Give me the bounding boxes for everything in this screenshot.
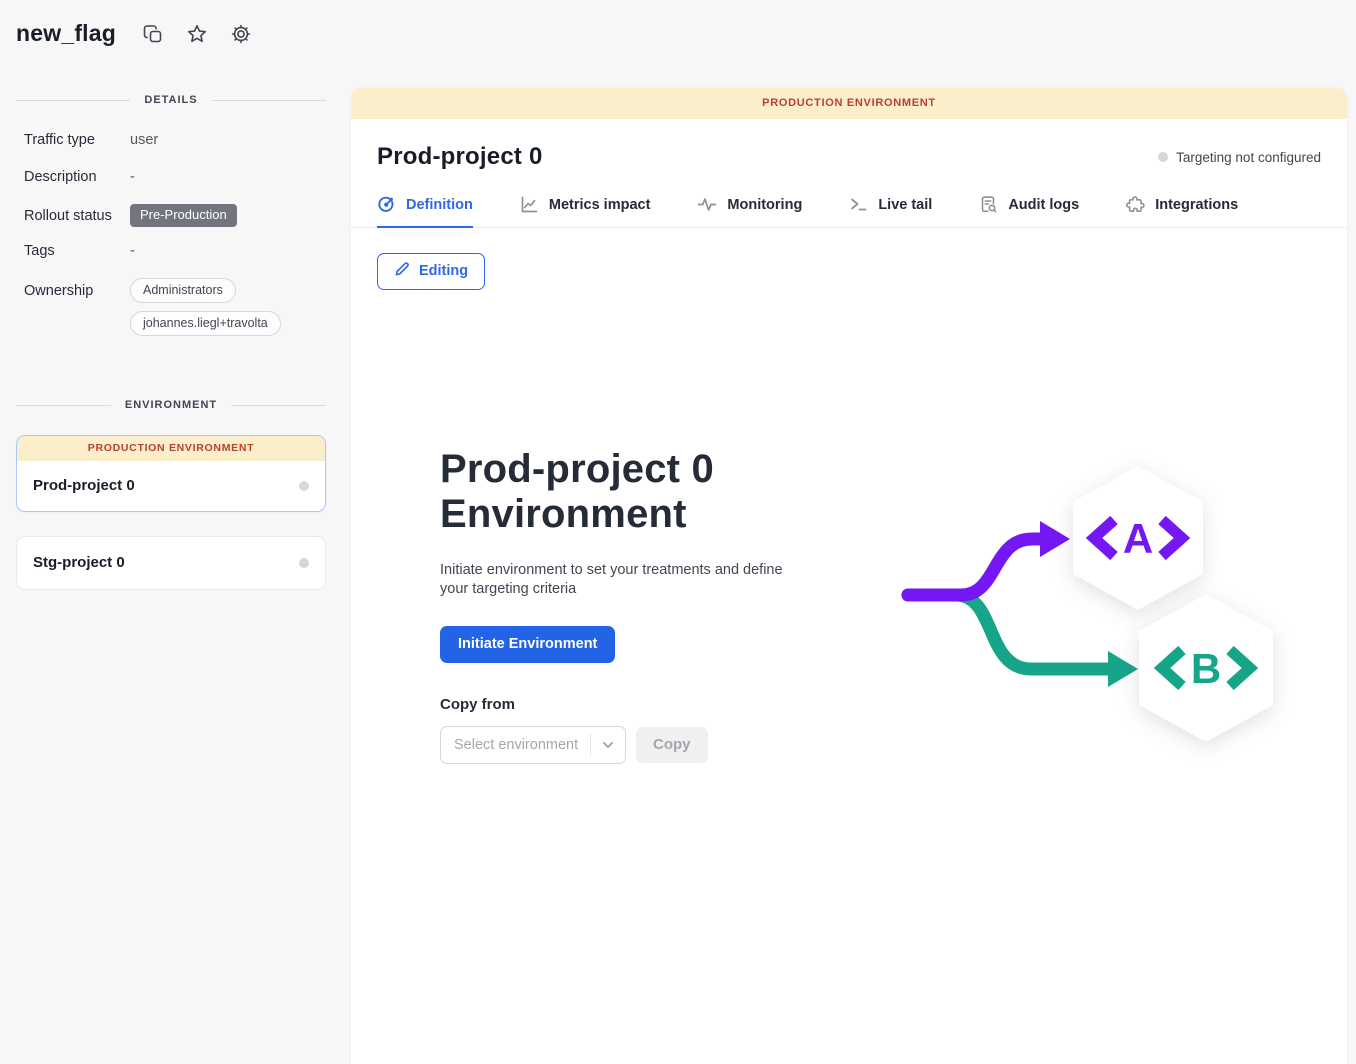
targeting-status-label: Targeting not configured [1176, 150, 1321, 165]
details-section-header: DETAILS [16, 94, 326, 106]
copy-icon [142, 23, 164, 45]
divider [16, 405, 111, 406]
tab-label: Definition [406, 197, 473, 213]
rollout-status-label: Rollout status [16, 204, 130, 226]
line-chart-icon [520, 195, 539, 214]
tab-label: Integrations [1155, 197, 1238, 213]
divider [231, 405, 326, 406]
detail-row-traffic-type: Traffic type user [16, 130, 326, 150]
environment-status-dot [299, 481, 309, 491]
owner-pill[interactable]: Administrators [130, 278, 236, 303]
details-heading: DETAILS [144, 94, 197, 106]
initiate-environment-button[interactable]: Initiate Environment [440, 626, 615, 663]
divider [212, 100, 326, 101]
environment-select[interactable]: Select environment [440, 726, 626, 764]
variant-b-label: B [1191, 645, 1221, 692]
puzzle-icon [1126, 195, 1145, 214]
detail-row-rollout-status: Rollout status Pre-Production [16, 204, 326, 227]
tab-integrations[interactable]: Integrations [1126, 195, 1238, 227]
copy-button[interactable]: Copy [636, 727, 708, 763]
detail-row-description: Description - [16, 167, 326, 187]
star-icon [186, 23, 208, 45]
copy-from-label: Copy from [440, 696, 840, 713]
environment-heading: ENVIRONMENT [125, 399, 217, 411]
environment-status-dot [299, 558, 309, 568]
ab-split-illustration: A B [886, 452, 1306, 767]
empty-state-title: Prod-project 0 Environment [440, 447, 840, 537]
owner-pill[interactable]: johannes.liegl+travolta [130, 311, 281, 336]
main-panel: PRODUCTION ENVIRONMENT Prod-project 0 Ta… [351, 88, 1347, 1064]
production-environment-banner: PRODUCTION ENVIRONMENT [351, 88, 1347, 119]
detail-row-tags: Tags - [16, 241, 326, 261]
tab-monitoring[interactable]: Monitoring [697, 195, 802, 227]
environment-card-stg[interactable]: Stg-project 0 [16, 536, 326, 590]
targeting-status-dot [1158, 152, 1168, 162]
tab-label: Metrics impact [549, 197, 651, 213]
environment-card-name: Stg-project 0 [33, 554, 125, 571]
ownership-label: Ownership [16, 278, 130, 301]
tab-label: Audit logs [1008, 197, 1079, 213]
details-list: Traffic type user Description - Rollout … [16, 130, 326, 353]
tab-label: Monitoring [727, 197, 802, 213]
tab-label: Live tail [878, 197, 932, 213]
tab-audit-logs[interactable]: Audit logs [979, 195, 1079, 227]
description-label: Description [16, 167, 130, 187]
editing-button[interactable]: Editing [377, 253, 485, 290]
rollout-status-badge: Pre-Production [130, 204, 237, 227]
targeting-status: Targeting not configured [1158, 150, 1321, 165]
environment-empty-state: Prod-project 0 Environment Initiate envi… [377, 447, 1321, 767]
flag-title: new_flag [16, 20, 116, 47]
empty-state-description: Initiate environment to set your treatme… [440, 561, 800, 599]
gear-icon [230, 23, 252, 45]
detail-row-ownership: Ownership Administrators johannes.liegl+… [16, 278, 326, 336]
target-icon [377, 195, 396, 214]
tags-label: Tags [16, 241, 130, 261]
pulse-icon [697, 195, 717, 214]
copy-name-button[interactable] [140, 21, 166, 47]
favorite-button[interactable] [184, 21, 210, 47]
tab-bar: Definition Metrics impact Monitoring [351, 195, 1347, 228]
settings-button[interactable] [228, 21, 254, 47]
editing-label: Editing [419, 263, 468, 279]
chevron-down-icon [591, 738, 625, 752]
traffic-type-value: user [130, 130, 158, 150]
environment-title: Prod-project 0 [377, 143, 543, 171]
audit-log-icon [979, 195, 998, 214]
environment-section-header: ENVIRONMENT [16, 399, 326, 411]
variant-a-hexagon: A [1073, 466, 1203, 610]
select-placeholder: Select environment [441, 737, 590, 753]
variant-a-label: A [1123, 515, 1153, 562]
description-value: - [130, 167, 135, 187]
environment-card-prod[interactable]: PRODUCTION ENVIRONMENT Prod-project 0 [16, 435, 326, 512]
production-environment-banner: PRODUCTION ENVIRONMENT [17, 436, 325, 461]
divider [16, 100, 130, 101]
traffic-type-label: Traffic type [16, 130, 130, 150]
pencil-icon [394, 261, 410, 281]
owner-pills: Administrators johannes.liegl+travolta [130, 278, 281, 336]
terminal-icon [849, 195, 868, 214]
top-bar: new_flag [0, 0, 1356, 88]
tab-definition[interactable]: Definition [377, 195, 473, 227]
variant-b-hexagon: B [1139, 594, 1273, 742]
environment-card-name: Prod-project 0 [33, 477, 135, 494]
tags-value: - [130, 241, 135, 261]
sidebar: DETAILS Traffic type user Description - … [0, 88, 351, 590]
tab-live-tail[interactable]: Live tail [849, 195, 932, 227]
tab-metrics-impact[interactable]: Metrics impact [520, 195, 651, 227]
